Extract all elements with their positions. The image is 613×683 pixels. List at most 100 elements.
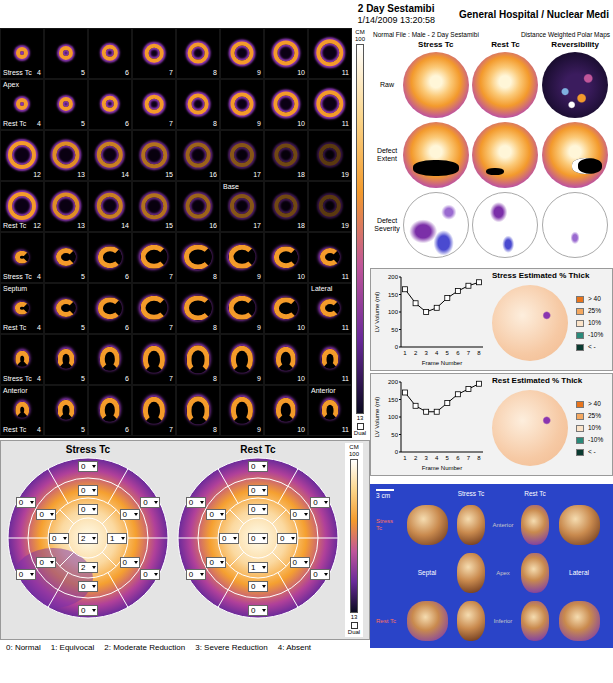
slice-image[interactable]: 19 [308, 130, 352, 181]
score-select[interactable]: 0 [290, 557, 310, 568]
thickening-map[interactable] [492, 390, 568, 466]
score-select[interactable]: 0 [186, 569, 206, 580]
score-select[interactable]: 0 [248, 485, 268, 496]
slice-image[interactable]: 13 [44, 130, 88, 181]
score-select[interactable]: 1 [248, 562, 268, 573]
slice-image[interactable]: 8 [176, 79, 220, 130]
slice-image[interactable]: Lateral11 [308, 283, 352, 334]
slice-image[interactable]: 7 [132, 232, 176, 283]
slice-image[interactable]: 7 [132, 385, 176, 436]
heart-surface[interactable] [521, 601, 549, 640]
slice-image[interactable]: AnteriorRest Tc4 [0, 385, 44, 436]
heart-surface[interactable] [457, 553, 485, 592]
slice-image[interactable]: 12 [0, 130, 44, 181]
score-select[interactable]: 0 [290, 509, 310, 520]
slice-image[interactable]: 13 [44, 181, 88, 232]
score-select[interactable]: 2 [78, 533, 98, 544]
slice-image[interactable]: 9 [220, 334, 264, 385]
score-select[interactable]: 0 [248, 533, 268, 544]
slice-image[interactable]: 10 [264, 79, 308, 130]
slice-image[interactable]: 10 [264, 232, 308, 283]
score-select[interactable]: 0 [16, 497, 36, 508]
score-select[interactable]: 0 [277, 533, 297, 544]
slice-image[interactable]: 9 [220, 283, 264, 334]
heart-surface[interactable] [559, 601, 600, 640]
heart-surface[interactable] [407, 601, 448, 640]
score-select[interactable]: 0 [186, 497, 206, 508]
slice-image[interactable]: 16 [176, 130, 220, 181]
slice-image[interactable]: Stress Tc4 [0, 334, 44, 385]
slice-image[interactable]: 6 [88, 28, 132, 79]
slice-image[interactable]: Anterior11 [308, 385, 352, 436]
slice-image[interactable]: 10 [264, 334, 308, 385]
thickening-map[interactable] [492, 285, 568, 361]
slice-image[interactable]: 11 [308, 28, 352, 79]
slice-image[interactable]: 11 [308, 334, 352, 385]
dual-checkbox[interactable] [351, 622, 358, 629]
score-select[interactable]: 0 [78, 461, 98, 472]
slice-image[interactable]: 5 [44, 334, 88, 385]
slice-image[interactable]: 7 [132, 334, 176, 385]
slice-image[interactable]: Stress Tc4 [0, 28, 44, 79]
score-select[interactable]: 0 [248, 461, 268, 472]
slice-image[interactable]: 5 [44, 232, 88, 283]
slice-image[interactable]: 8 [176, 28, 220, 79]
score-select[interactable]: 0 [78, 504, 98, 515]
dual-checkbox[interactable] [357, 423, 364, 430]
heart-surface[interactable] [457, 601, 485, 640]
slice-image[interactable]: 9 [220, 28, 264, 79]
slice-image[interactable]: SeptumRest Tc4 [0, 283, 44, 334]
slice-image[interactable]: Stress Tc4 [0, 232, 44, 283]
slice-image[interactable]: 6 [88, 385, 132, 436]
score-select[interactable]: 0 [248, 504, 268, 515]
slice-image[interactable]: 7 [132, 28, 176, 79]
score-select[interactable]: 0 [140, 497, 160, 508]
slice-image[interactable]: 8 [176, 232, 220, 283]
polar-map[interactable] [403, 122, 469, 188]
slice-image[interactable]: 11 [308, 232, 352, 283]
heart-surface[interactable] [559, 505, 600, 544]
slice-image[interactable]: 7 [132, 79, 176, 130]
heart-surface[interactable] [521, 505, 549, 544]
slice-image[interactable]: 16 [176, 181, 220, 232]
heart-surface[interactable] [457, 505, 485, 544]
slice-image[interactable]: 15 [132, 181, 176, 232]
score-select[interactable]: 0 [120, 557, 140, 568]
score-select[interactable]: 0 [78, 605, 98, 616]
slice-image[interactable]: 6 [88, 79, 132, 130]
slice-image[interactable]: 7 [132, 283, 176, 334]
slice-image[interactable]: 9 [220, 79, 264, 130]
score-select[interactable]: 0 [206, 557, 226, 568]
score-select[interactable]: 0 [36, 557, 56, 568]
slice-image[interactable]: 15 [132, 130, 176, 181]
slice-image[interactable]: ApexRest Tc4 [0, 79, 44, 130]
polar-map[interactable] [403, 192, 469, 258]
score-select[interactable]: 0 [310, 497, 330, 508]
slice-image[interactable]: 6 [88, 334, 132, 385]
score-select[interactable]: 0 [36, 509, 56, 520]
polar-map[interactable] [542, 52, 608, 118]
polar-map[interactable] [542, 192, 608, 258]
slice-image[interactable]: 14 [88, 181, 132, 232]
score-select[interactable]: 0 [140, 569, 160, 580]
slice-image[interactable]: 8 [176, 283, 220, 334]
score-select[interactable]: 2 [78, 562, 98, 573]
slice-image[interactable]: 9 [220, 385, 264, 436]
score-select[interactable]: 1 [107, 533, 127, 544]
slice-image[interactable]: Rest Tc12 [0, 181, 44, 232]
slice-image[interactable]: 19 [308, 181, 352, 232]
slice-image[interactable]: 18 [264, 130, 308, 181]
polar-map[interactable] [472, 52, 538, 118]
heart-surface[interactable] [407, 505, 448, 544]
slice-image[interactable]: 5 [44, 385, 88, 436]
score-select[interactable]: 0 [206, 509, 226, 520]
slice-image[interactable]: Base17 [220, 181, 264, 232]
slice-image[interactable]: 10 [264, 385, 308, 436]
polar-map[interactable] [472, 192, 538, 258]
slice-image[interactable]: 8 [176, 334, 220, 385]
slice-image[interactable]: 5 [44, 28, 88, 79]
slice-image[interactable]: 11 [308, 79, 352, 130]
score-select[interactable]: 0 [78, 485, 98, 496]
slice-image[interactable]: 9 [220, 232, 264, 283]
slice-image[interactable]: 14 [88, 130, 132, 181]
